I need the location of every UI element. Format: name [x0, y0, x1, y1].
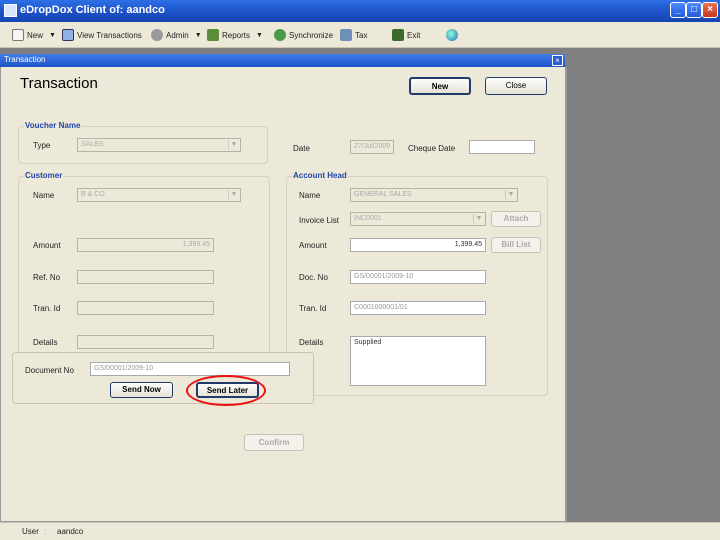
toolbar-exit-button[interactable]: Exit [392, 27, 420, 43]
cheque-date-label: Cheque Date [408, 144, 456, 153]
send-now-button[interactable]: Send Now [110, 382, 173, 398]
toolbar-synchronize-label: Synchronize [289, 30, 334, 40]
chevron-down-icon: ▼ [505, 190, 516, 200]
account-amount-field[interactable]: 1,399.45 [350, 238, 486, 252]
status-user-value: aandco [57, 527, 84, 536]
account-head-legend: Account Head [292, 171, 348, 180]
customer-amount-label: Amount [33, 241, 61, 250]
status-separator: : [44, 527, 47, 536]
account-name-select[interactable]: GENERAL SALES ▼ [350, 188, 518, 202]
toolbar-new-button[interactable]: New ▼ [12, 27, 56, 43]
toolbar-exit-label: Exit [407, 30, 421, 40]
doc-no-field[interactable]: GS/00001/2009-10 [350, 270, 486, 284]
customer-tran-label: Tran. Id [33, 304, 61, 313]
view-transactions-icon [62, 29, 74, 41]
document-no-field[interactable]: GS/00001/2009-10 [90, 362, 290, 376]
date-label: Date [293, 144, 310, 153]
chevron-down-icon: ▼ [228, 140, 239, 150]
chevron-down-icon: ▼ [194, 31, 202, 39]
app-title: eDropDox Client of: aandco [20, 4, 165, 16]
document-no-label: Document No [25, 366, 74, 375]
account-details-label: Details [299, 338, 324, 347]
toolbar-tax-button[interactable]: Tax [340, 27, 367, 43]
customer-ref-label: Ref. No [33, 273, 61, 282]
customer-details-field[interactable] [77, 335, 214, 349]
toolbar-help-button[interactable] [446, 27, 458, 43]
toolbar-view-transactions-label: View Transactions [77, 30, 142, 40]
toolbar-admin-button[interactable]: Admin ▼ [151, 27, 202, 43]
status-bar: User : aandco [0, 522, 720, 540]
account-name-label: Name [299, 191, 321, 200]
reports-icon [207, 29, 219, 41]
customer-name-label: Name [33, 191, 55, 200]
close-window-button[interactable]: × [702, 2, 718, 18]
invoice-list-label: Invoice List [299, 216, 340, 225]
toolbar-admin-label: Admin [166, 30, 189, 40]
exit-icon [392, 29, 404, 41]
toolbar-tax-label: Tax [355, 30, 368, 40]
voucher-type-label: Type [33, 141, 51, 150]
invoice-list-value: INC0001 [354, 215, 382, 222]
page-title: Transaction [20, 75, 98, 92]
toolbar-new-label: New [27, 30, 44, 40]
account-tran-field[interactable]: C0001000001/01 [350, 301, 486, 315]
tax-icon [340, 29, 352, 41]
voucher-type-value: SALES [81, 141, 104, 148]
customer-details-label: Details [33, 338, 58, 347]
new-document-icon [12, 29, 24, 41]
app-title-bar: eDropDox Client of: aandco _ □ × [0, 0, 720, 22]
customer-name-value: B & CO [81, 191, 105, 198]
mdi-background [580, 48, 720, 522]
chevron-down-icon: ▼ [256, 31, 263, 39]
attach-button[interactable]: Attach [491, 211, 541, 227]
customer-name-select[interactable]: B & CO ▼ [77, 188, 241, 202]
transaction-window-close-button[interactable]: × [552, 55, 563, 66]
synchronize-icon [274, 29, 286, 41]
account-name-value: GENERAL SALES [354, 191, 412, 198]
app-icon [4, 4, 17, 17]
transaction-window-title: Transaction [4, 55, 46, 64]
customer-group [18, 176, 270, 356]
date-field[interactable]: 27/Jul/2009 [350, 140, 394, 154]
toolbar-reports-label: Reports [222, 30, 251, 40]
close-button[interactable]: Close [485, 77, 547, 95]
toolbar-synchronize-button[interactable]: Synchronize [274, 27, 333, 43]
cheque-date-field[interactable] [469, 140, 535, 154]
main-toolbar: New ▼ View Transactions Admin ▼ Reports … [0, 22, 720, 48]
globe-icon [446, 29, 458, 41]
minimize-button[interactable]: _ [670, 2, 686, 18]
status-user-label: User [22, 527, 39, 536]
admin-icon [151, 29, 163, 41]
confirm-button[interactable]: Confirm [244, 434, 304, 451]
new-button[interactable]: New [409, 77, 471, 95]
customer-ref-field[interactable] [77, 270, 214, 284]
maximize-button[interactable]: □ [686, 2, 702, 18]
account-details-textarea[interactable]: Supplied [350, 336, 486, 386]
chevron-down-icon: ▼ [49, 31, 56, 39]
account-amount-label: Amount [299, 241, 327, 250]
customer-amount-field[interactable]: 1,399.45 [77, 238, 214, 252]
transaction-window-title-bar: Transaction [0, 54, 565, 67]
doc-no-label: Doc. No [299, 273, 328, 282]
chevron-down-icon: ▼ [228, 190, 239, 200]
invoice-list-select[interactable]: INC0001 ▼ [350, 212, 486, 226]
chevron-down-icon: ▼ [473, 214, 484, 224]
voucher-type-select[interactable]: SALES ▼ [77, 138, 241, 152]
bill-list-button[interactable]: Bill List [491, 237, 541, 253]
highlight-annotation-ring [186, 375, 266, 406]
toolbar-view-transactions-button[interactable]: View Transactions [62, 27, 142, 43]
customer-tran-field[interactable] [77, 301, 214, 315]
customer-legend: Customer [24, 171, 64, 180]
voucher-name-legend: Voucher Name [24, 121, 82, 130]
account-tran-label: Tran. Id [299, 304, 327, 313]
toolbar-reports-button[interactable]: Reports ▼ [207, 27, 263, 43]
